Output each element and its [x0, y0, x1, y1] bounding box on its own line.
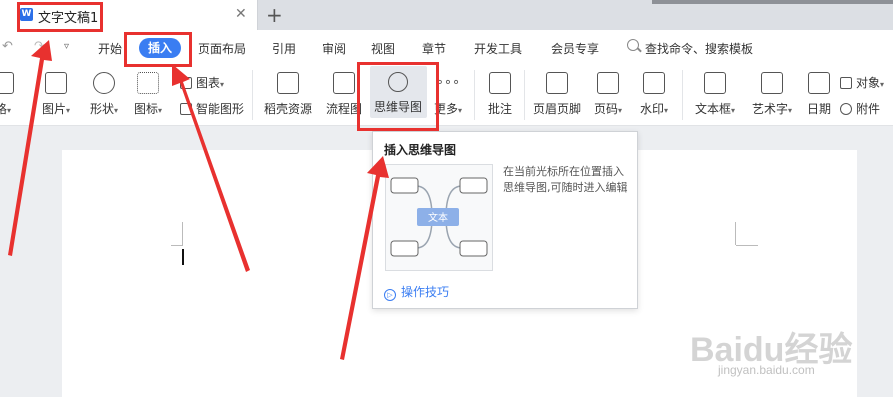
preview-center-node: 文本	[428, 211, 448, 224]
tab-page-layout[interactable]: 页面布局	[198, 40, 246, 57]
picture-button[interactable]: 图片▾	[38, 72, 74, 117]
search-icon[interactable]	[627, 39, 639, 51]
highlight-mindmap-button	[357, 62, 439, 131]
chart-button[interactable]: 图表▾	[180, 74, 224, 91]
watermark-icon	[643, 72, 665, 94]
close-tab-icon[interactable]: ✕	[235, 6, 247, 22]
chart-icon	[180, 77, 192, 89]
header-footer-button[interactable]: 页眉页脚	[530, 72, 584, 117]
ribbon-divider	[524, 70, 525, 120]
mindmap-preview-diagram: 文本	[390, 177, 488, 257]
ribbon-divider	[474, 70, 475, 120]
new-tab-icon[interactable]: +	[266, 3, 283, 27]
tab-section[interactable]: 章节	[422, 40, 446, 57]
highlight-insert-tab	[124, 32, 192, 67]
shape-button[interactable]: 形状▾	[86, 72, 122, 117]
margin-mark-top-left	[182, 222, 183, 245]
tab-home[interactable]: 开始	[98, 40, 122, 57]
title-bar: W 文字文稿1 ✕ +	[0, 0, 893, 30]
calendar-icon	[808, 72, 830, 94]
command-search-input[interactable]: 查找命令、搜索模板	[645, 40, 753, 57]
icon-library-button[interactable]: 图标▾	[130, 72, 166, 117]
tab-member[interactable]: 会员专享	[551, 40, 599, 57]
picture-icon	[45, 72, 67, 94]
tooltip-description: 在当前光标所在位置插入思维导图,可随时进入编辑	[503, 165, 628, 194]
flowchart-icon	[333, 72, 355, 94]
comment-button[interactable]: 批注	[484, 72, 516, 117]
icon-library-icon	[137, 72, 159, 94]
paperclip-icon	[840, 103, 852, 115]
smart-graphic-button[interactable]: 智能图形	[180, 100, 244, 117]
object-button[interactable]: 对象▾	[840, 74, 884, 91]
mindmap-preview-image: 文本	[385, 164, 493, 271]
shell-resource-icon	[277, 72, 299, 94]
textbox-icon	[704, 72, 726, 94]
undo-icon[interactable]: ↶	[2, 39, 13, 54]
margin-mark-top-left	[171, 245, 183, 246]
date-button[interactable]: 日期	[804, 72, 834, 117]
tab-developer[interactable]: 开发工具	[474, 40, 522, 57]
header-footer-icon	[546, 72, 568, 94]
tab-review[interactable]: 审阅	[322, 40, 346, 57]
art-text-button[interactable]: 艺术字▾	[746, 72, 798, 117]
margin-mark-top-right	[735, 222, 736, 245]
play-icon: ▷	[384, 289, 396, 301]
window-edge	[652, 0, 893, 4]
baidu-watermark-url: jingyan.baidu.com	[718, 363, 815, 377]
page-number-icon	[597, 72, 619, 94]
tab-view[interactable]: 视图	[371, 40, 395, 57]
object-icon	[840, 77, 852, 89]
comment-icon	[489, 72, 511, 94]
shell-resource-button[interactable]: 稻壳资源	[262, 72, 314, 117]
tooltip-title: 插入思维导图	[384, 143, 457, 157]
table-icon	[0, 72, 14, 94]
table-button[interactable]: 格▾	[0, 72, 18, 117]
smart-graphic-icon	[180, 103, 192, 115]
page-number-button[interactable]: 页码▾	[590, 72, 626, 117]
attachment-button[interactable]: 附件	[840, 100, 880, 117]
tab-references[interactable]: 引用	[272, 40, 296, 57]
highlight-doc-tab	[17, 2, 103, 32]
ribbon-divider	[682, 70, 683, 120]
mindmap-tooltip: 插入思维导图 文本 在当前光标所在位置插入思维导图,可随时进入编辑 ▷ 操作技巧	[372, 131, 638, 309]
art-text-icon	[761, 72, 783, 94]
watermark-button[interactable]: 水印▾	[634, 72, 674, 117]
text-cursor	[182, 249, 184, 265]
textbox-button[interactable]: 文本框▾	[690, 72, 740, 117]
redo-icon[interactable]: ↷	[34, 39, 45, 54]
quick-access-more-icon[interactable]: ▿	[64, 41, 69, 52]
shape-icon	[93, 72, 115, 94]
margin-mark-top-right	[736, 245, 758, 246]
tips-link[interactable]: ▷ 操作技巧	[384, 283, 449, 301]
ribbon-divider	[252, 70, 253, 120]
